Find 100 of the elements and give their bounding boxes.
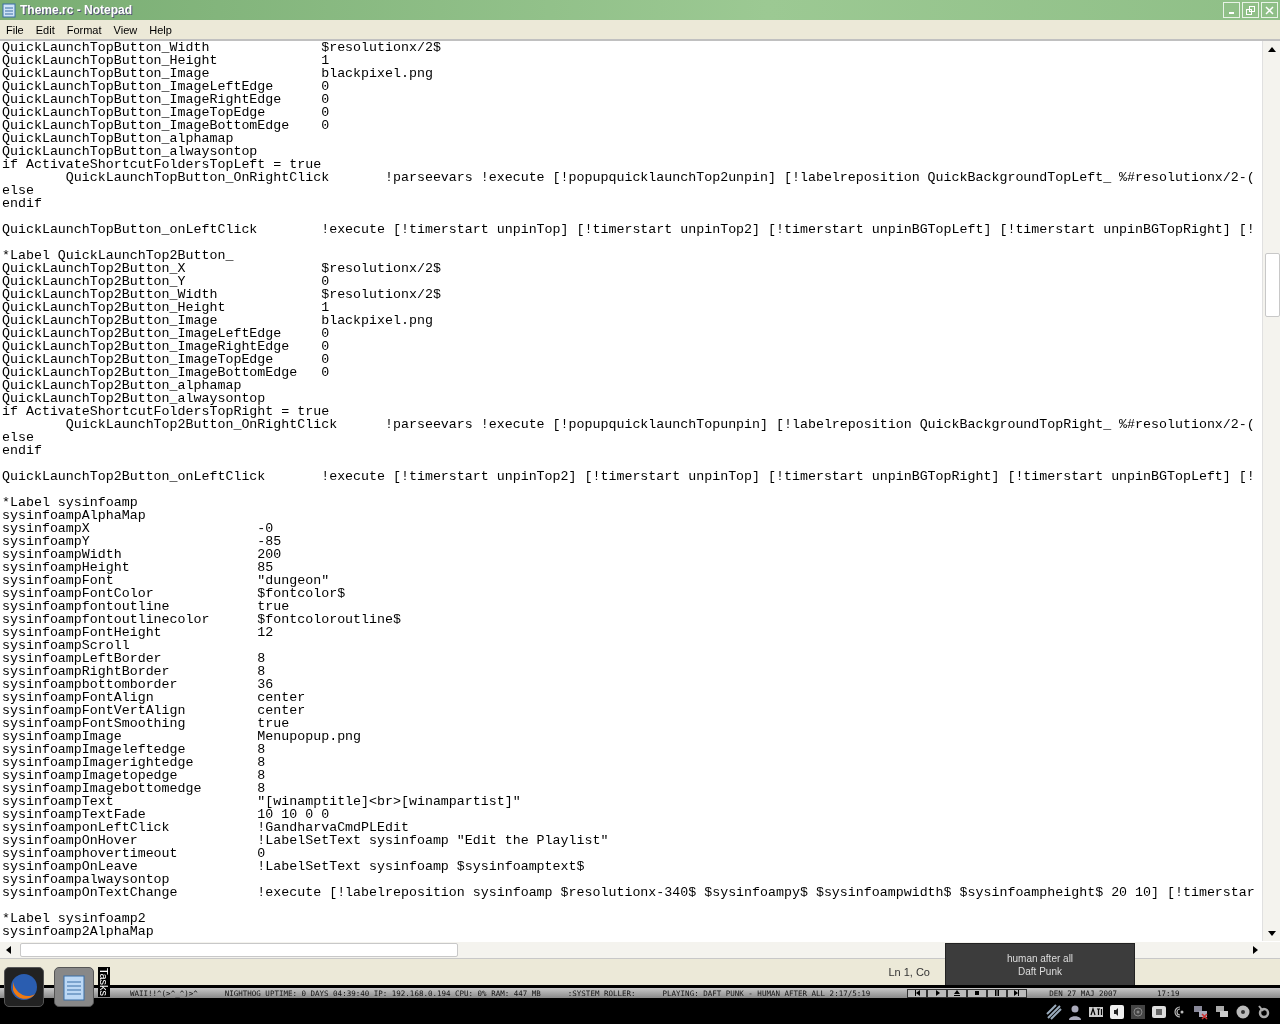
code-line: QuickLaunchTop2Button_ImageBottomEdge 0 [2, 366, 330, 379]
code-line: sysinfoamponLeftClick !GandharvaCmdPLEdit [2, 821, 409, 834]
code-line: QuickLaunchTop2Button_alphamap [2, 379, 242, 392]
code-line: QuickLaunchTopButton_Image blackpixel.png [2, 67, 433, 80]
code-line: QuickLaunchTopButton_ImageBottomEdge 0 [2, 119, 330, 132]
code-line: QuickLaunchTopButton_Width $resolutionx/2$ [2, 41, 441, 54]
window-title: Theme.rc - Notepad [20, 3, 133, 17]
code-line: QuickLaunchTop2Button_ImageLeftEdge 0 [2, 327, 330, 340]
code-line: sysinfoampFont "dungeon" [2, 574, 330, 587]
network-icon[interactable] [1046, 1004, 1062, 1020]
code-line: sysinfoampalwaysontop [2, 873, 170, 886]
code-line: *Label sysinfoamp2 [2, 912, 146, 925]
code-line: QuickLaunchTopButton_OnRightClick !parseevars !execute [!popupquicklaunchTop2unpin] [!labelreposition QuickBackgroundTopLeft_ %#resolutionx/2-( [65, 171, 1255, 184]
computers-icon[interactable] [1193, 1004, 1209, 1020]
code-line: endif [2, 444, 42, 457]
code-line: QuickLaunchTop2Button_ImageTopEdge 0 [2, 353, 330, 366]
code-line: sysinfoampText "[winamptitle]<br>[winampartist]" [2, 795, 521, 808]
restore-icon [1246, 5, 1255, 15]
code-line: else [2, 184, 34, 197]
next-icon-button[interactable] [1007, 988, 1028, 998]
code-line: *Label QuickLaunchTop2Button_ [2, 249, 234, 262]
code-line: sysinfoampY -85 [2, 535, 282, 548]
code-line: sysinfoampOnHover !LabelSetText sysinfoamp "Edit the Playlist" [2, 834, 609, 847]
code-line: sysinfoampHeight 85 [2, 561, 274, 574]
code-line: if ActivateShortcutFoldersTopLeft = true [2, 158, 322, 171]
code-line: QuickLaunchTopButton_alwaysontop [2, 145, 258, 158]
browser-taskbar-button[interactable] [4, 967, 44, 1007]
previous-icon-button[interactable] [907, 988, 928, 998]
code-line: sysinfoamphovertimeout 0 [2, 847, 266, 860]
next-icon [1013, 989, 1022, 997]
code-line: sysinfoampFontColor $fontcolor$ [2, 587, 346, 600]
scrollbar-thumb[interactable] [20, 943, 458, 957]
eject-icon-button[interactable] [947, 988, 968, 998]
code-line: sysinfoampImagetopedge 8 [2, 769, 266, 782]
ati-logo-icon[interactable] [1088, 1004, 1104, 1020]
scrollbar-thumb[interactable] [1264, 253, 1280, 317]
code-line: QuickLaunchTop2Button_Image blackpixel.png [2, 314, 433, 327]
status-position: Ln 1, Co [888, 966, 930, 978]
code-line: QuickLaunchTop2Button_Height 1 [2, 301, 330, 314]
notepad-icon [61, 972, 87, 1002]
code-line: QuickLaunchTop2Button_OnRightClick !parseevars !execute [!popupquicklaunchTopunpin] [!labelreposition QuickBackgroundTopRight_ %#resolutionx/2-( [65, 418, 1255, 431]
play-icon-button[interactable] [927, 988, 948, 998]
tasks-label[interactable]: Tasks [98, 967, 110, 998]
previous-icon [913, 989, 922, 997]
code-line: sysinfoampfontoutlinecolor $fontcoloroutline$ [2, 613, 401, 626]
speaker-icon[interactable] [1109, 1004, 1125, 1020]
close-icon [1265, 5, 1274, 15]
code-line: sysinfoampFontVertAlign center [2, 704, 306, 717]
chip-icon[interactable] [1151, 1004, 1167, 1020]
code-line: sysinfoampTextFade 10 10 0 0 [2, 808, 330, 821]
user-icon[interactable] [1067, 1004, 1083, 1020]
code-line: QuickLaunchTop2Button_alwaysontop [2, 392, 266, 405]
code-line: sysinfoampRightBorder 8 [2, 665, 266, 678]
pause-icon [993, 989, 1002, 997]
code-line: QuickLaunchTop2Button_X $resolutionx/2$ [2, 262, 441, 275]
code-line: sysinfoampImagerightedge 8 [2, 756, 266, 769]
code-line: if ActivateShortcutFoldersTopRight = true [2, 405, 330, 418]
menu-item[interactable]: Format [60, 23, 108, 36]
code-line: sysinfoampOnTextChange !execute [!labelreposition sysinfoamp $resolutionx-340$ $sysinfoampy$ $sysinfoampwidth$ $sysinfoampheight$ 20 10] [!timerstar [2, 886, 1255, 899]
code-line: QuickLaunchTopButton_onLeftClick !execute [!timerstart unpinTop] [!timerstart unpinTop2] [!timerstart unpinBGTopLeft] [!timerstart unpinBGTopRight] [! [2, 223, 1255, 236]
code-line: else [2, 431, 34, 444]
code-line: QuickLaunchTop2Button_ImageRightEdge 0 [2, 340, 330, 353]
code-line: sysinfoampImage Menupopup.png [2, 730, 362, 743]
menu-item[interactable]: View [107, 23, 144, 36]
track-artist: Daft Punk [1018, 966, 1062, 977]
code-line: sysinfoampLeftBorder 8 [2, 652, 266, 665]
notepad-taskbar-button[interactable] [54, 967, 94, 1007]
code-line: endif [2, 197, 42, 210]
play-icon [933, 989, 942, 997]
code-line: QuickLaunchTop2Button_Y 0 [2, 275, 330, 288]
code-line: sysinfoampWidth 200 [2, 548, 282, 561]
code-line: QuickLaunchTop2Button_Width $resolutionx/2$ [2, 288, 441, 301]
menu-item[interactable]: File [0, 23, 30, 36]
track-title: human after all [1006, 953, 1074, 964]
code-line: sysinfoampbottomborder 36 [2, 678, 274, 691]
code-line: QuickLaunchTopButton_ImageRightEdge 0 [2, 93, 330, 106]
stop-icon [973, 989, 982, 997]
monitors-icon[interactable] [1214, 1004, 1230, 1020]
code-line: sysinfoampX -0 [2, 522, 274, 535]
code-line: QuickLaunchTopButton_alphamap [2, 132, 234, 145]
eject-icon [953, 989, 962, 997]
stop-icon-button[interactable] [967, 988, 988, 998]
code-line: sysinfoampImageleftedge 8 [2, 743, 266, 756]
menu-item[interactable]: Edit [29, 23, 61, 36]
pause-icon-button[interactable] [987, 988, 1008, 998]
code-line: QuickLaunchTop2Button_onLeftClick !execute [!timerstart unpinTop2] [!timerstart unpinTop] [!timerstart unpinBGTopRight] [!timerstart unpinBGTopLeft] [! [2, 470, 1255, 483]
code-line: sysinfoampFontAlign center [2, 691, 306, 704]
code-line: sysinfoampScroll [2, 639, 130, 652]
code-line: sysinfoamp2AlphaMap [2, 925, 154, 938]
code-line: sysinfoampAlphaMap [2, 509, 146, 522]
notepad-icon [2, 2, 16, 18]
menu-item[interactable]: Help [143, 23, 178, 36]
code-line: QuickLaunchTopButton_Height 1 [2, 54, 330, 67]
code-line: sysinfoampOnLeave !LabelSetText sysinfoamp $sysinfoamptext$ [2, 860, 585, 873]
code-line: sysinfoampfontoutline true [2, 600, 290, 613]
code-line: sysinfoampFontHeight 12 [2, 626, 274, 639]
code-line: sysinfoampFontSmoothing true [2, 717, 290, 730]
disc-icon[interactable] [1235, 1004, 1251, 1020]
globe-icon [9, 972, 39, 1002]
code-line: QuickLaunchTopButton_ImageLeftEdge 0 [2, 80, 330, 93]
